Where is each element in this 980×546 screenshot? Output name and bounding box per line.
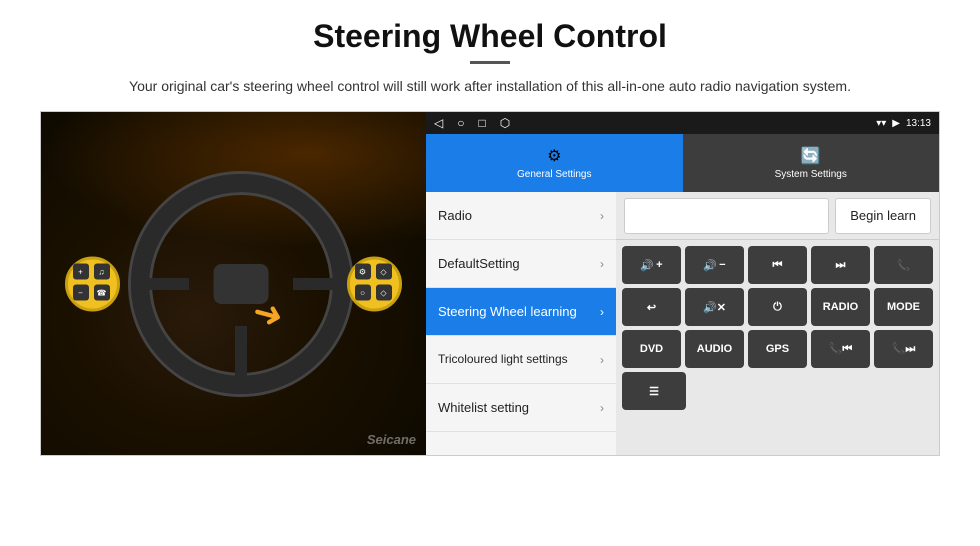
btn-cluster-left: + ♫ − ☎ xyxy=(65,256,120,311)
menu-item-radio-label: Radio xyxy=(438,208,472,223)
right-panel-top: Begin learn xyxy=(616,192,939,240)
signal-icon: ▶ xyxy=(892,118,900,129)
mode-button[interactable]: MODE xyxy=(874,288,933,326)
menu-item-steering-chevron: › xyxy=(600,305,604,319)
sw-spoke-right xyxy=(293,278,333,290)
android-tabs: ⚙ General Settings 🔄 System Settings xyxy=(426,134,939,192)
android-menu: Radio › DefaultSetting › Steering Wheel … xyxy=(426,192,616,455)
button-grid: 🔊+ 🔊− ⏮ ⏭ 📞 xyxy=(616,240,939,416)
vol-down-button[interactable]: 🔊− xyxy=(685,246,744,284)
cluster-btn-2: ♫ xyxy=(94,264,110,280)
back-nav-icon[interactable]: ◁ xyxy=(434,116,443,130)
btn-row-1: 🔊+ 🔊− ⏮ ⏭ 📞 xyxy=(622,246,933,284)
audio-button[interactable]: AUDIO xyxy=(685,330,744,368)
power-icon: ⏻ xyxy=(773,301,782,314)
cluster-inner-right: ⚙ ◇ ○ ◇ xyxy=(355,264,395,304)
list-icon: ☰ xyxy=(649,385,659,398)
menu-item-whitelist-label: Whitelist setting xyxy=(438,400,529,415)
status-time: 13:13 xyxy=(906,118,931,129)
steering-wheel xyxy=(131,174,351,394)
next-track-icon: ⏭ xyxy=(836,259,846,272)
menu-item-default-setting-label: DefaultSetting xyxy=(438,256,520,271)
prev-track-icon: ⏮ xyxy=(773,259,783,272)
seicane-watermark: Seicane xyxy=(367,432,416,447)
phone-icon: 📞 xyxy=(897,259,911,272)
page-subtitle: Your original car's steering wheel contr… xyxy=(129,76,851,97)
cluster-btn-3: − xyxy=(73,285,89,301)
tab-general-settings[interactable]: ⚙ General Settings xyxy=(426,134,683,192)
page-title: Steering Wheel Control xyxy=(313,18,667,55)
recent-nav-icon[interactable]: □ xyxy=(478,116,485,130)
back-button[interactable]: ↩ xyxy=(622,288,681,326)
cluster-btn-5: ⚙ xyxy=(355,264,371,280)
cluster-btn-8: ◇ xyxy=(376,285,392,301)
menu-item-radio[interactable]: Radio › xyxy=(426,192,616,240)
menu-item-tricoloured-label: Tricoloured light settings xyxy=(438,352,568,366)
menu-item-default-chevron: › xyxy=(600,257,604,271)
menu-nav-icon[interactable]: ⬡ xyxy=(500,116,510,130)
radio-label: RADIO xyxy=(823,301,858,313)
title-divider xyxy=(470,61,510,64)
btn-row-3: DVD AUDIO GPS 📞⏮ xyxy=(622,330,933,368)
menu-item-whitelist[interactable]: Whitelist setting › xyxy=(426,384,616,432)
menu-item-tricoloured-chevron: › xyxy=(600,353,604,367)
mute-button[interactable]: 🔊✕ xyxy=(685,288,744,326)
prev-track-button[interactable]: ⏮ xyxy=(748,246,807,284)
menu-item-steering-wheel-label: Steering Wheel learning xyxy=(438,304,577,319)
tel-prev-button[interactable]: 📞⏮ xyxy=(811,330,870,368)
android-status-right: ▾▾ ▶ 13:13 xyxy=(876,118,931,129)
vol-down-icon: 🔊 xyxy=(703,259,717,272)
vol-up-icon: 🔊 xyxy=(640,259,654,272)
tel-prev-icon: 📞⏮ xyxy=(829,342,853,356)
btn-row-4: ☰ xyxy=(622,372,933,410)
mode-label: MODE xyxy=(887,301,920,313)
cluster-btn-7: ○ xyxy=(355,285,371,301)
sw-spoke-bottom xyxy=(235,326,247,376)
system-settings-icon: 🔄 xyxy=(801,146,821,166)
android-ui: ◁ ○ □ ⬡ ▾▾ ▶ 13:13 ⚙ General Settings xyxy=(426,112,939,455)
audio-label: AUDIO xyxy=(697,343,732,355)
tel-next-icon: 📞⏭ xyxy=(892,342,916,356)
cluster-btn-4: ☎ xyxy=(94,285,110,301)
tab-general-settings-label: General Settings xyxy=(517,169,592,180)
home-nav-icon[interactable]: ○ xyxy=(457,116,464,130)
btn-cluster-right: ⚙ ◇ ○ ◇ xyxy=(347,256,402,311)
btn-row-2: ↩ 🔊✕ ⏻ RADIO MO xyxy=(622,288,933,326)
android-right-panel: Begin learn 🔊+ 🔊− xyxy=(616,192,939,455)
gps-button[interactable]: GPS xyxy=(748,330,807,368)
page-wrapper: Steering Wheel Control Your original car… xyxy=(0,0,980,546)
android-content: Radio › DefaultSetting › Steering Wheel … xyxy=(426,192,939,455)
menu-item-whitelist-chevron: › xyxy=(600,401,604,415)
general-settings-icon: ⚙ xyxy=(547,146,561,166)
cluster-inner-left: + ♫ − ☎ xyxy=(73,264,113,304)
cluster-btn-1: + xyxy=(73,264,89,280)
back-icon: ↩ xyxy=(647,301,656,314)
wifi-icon: ▾▾ xyxy=(876,118,886,129)
begin-learn-button[interactable]: Begin learn xyxy=(835,198,931,234)
gps-label: GPS xyxy=(766,343,789,355)
tab-system-settings[interactable]: 🔄 System Settings xyxy=(683,134,940,192)
menu-item-tricoloured[interactable]: Tricoloured light settings › xyxy=(426,336,616,384)
phone-button[interactable]: 📞 xyxy=(874,246,933,284)
cluster-btn-6: ◇ xyxy=(376,264,392,280)
radio-button[interactable]: RADIO xyxy=(811,288,870,326)
power-button[interactable]: ⏻ xyxy=(748,288,807,326)
tel-next-button[interactable]: 📞⏭ xyxy=(874,330,933,368)
next-track-button[interactable]: ⏭ xyxy=(811,246,870,284)
car-image-section: + ♫ − ☎ ⚙ ◇ ○ ◇ ➜ Seicane xyxy=(41,112,426,455)
input-box xyxy=(624,198,829,234)
tab-system-settings-label: System Settings xyxy=(775,169,847,180)
android-status-bar: ◁ ○ □ ⬡ ▾▾ ▶ 13:13 xyxy=(426,112,939,134)
dvd-label: DVD xyxy=(640,343,663,355)
main-content: + ♫ − ☎ ⚙ ◇ ○ ◇ ➜ Seicane xyxy=(40,111,940,456)
android-nav-icons: ◁ ○ □ ⬡ xyxy=(434,116,510,130)
dvd-button[interactable]: DVD xyxy=(622,330,681,368)
mute-icon: 🔊✕ xyxy=(703,301,726,314)
menu-item-steering-wheel[interactable]: Steering Wheel learning › xyxy=(426,288,616,336)
list-button[interactable]: ☰ xyxy=(622,372,686,410)
sw-spoke-left xyxy=(149,278,189,290)
menu-item-radio-chevron: › xyxy=(600,209,604,223)
menu-item-default-setting[interactable]: DefaultSetting › xyxy=(426,240,616,288)
vol-up-button[interactable]: 🔊+ xyxy=(622,246,681,284)
